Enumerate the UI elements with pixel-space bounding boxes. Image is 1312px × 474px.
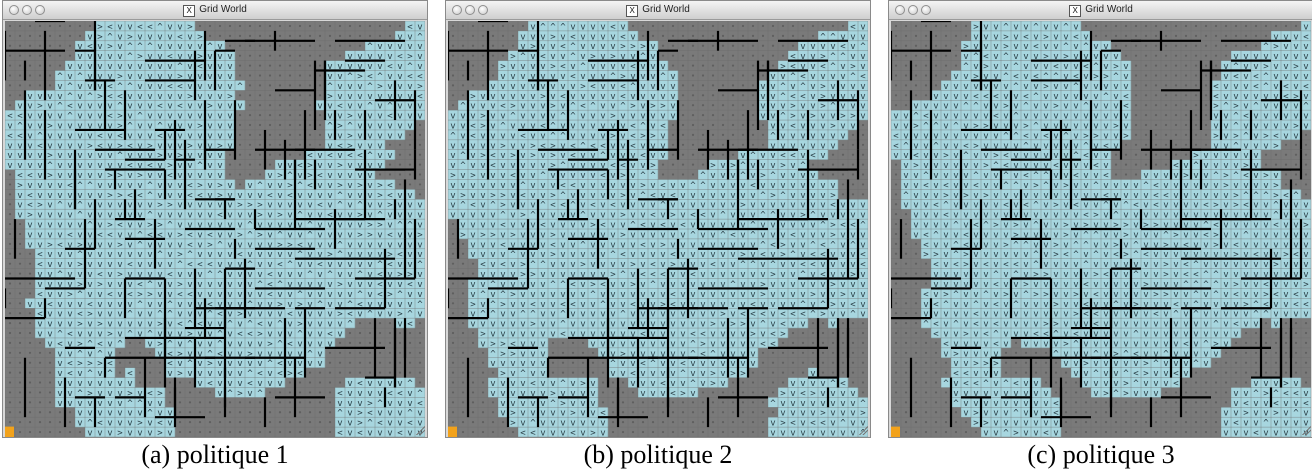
svg-text:v: v	[407, 429, 412, 437]
svg-text:v: v	[107, 429, 112, 437]
grid-world-canvas[interactable]: > < v v < < ^ v v > < v v > ^ v > v v v v < v > v v ^ v < v > v ^ ^ ^ v v v v v…	[5, 21, 425, 437]
svg-text:v: v	[87, 429, 92, 437]
svg-text:<: <	[337, 429, 343, 437]
grid-map: > < v v < < ^ v v > < vv > ^ v > v v v v < v > v v ^v < v > v ^ ^ ^ v v v v v…	[5, 21, 425, 437]
svg-text:<: <	[357, 429, 363, 437]
window-titlebar[interactable]: X Grid World	[3, 1, 427, 20]
x11-icon: X	[626, 5, 639, 17]
svg-text:v: v	[97, 429, 102, 437]
window-title-text: Grid World	[199, 4, 247, 15]
window-title-text: Grid World	[642, 4, 690, 15]
svg-text:v: v	[367, 429, 372, 437]
window-title: X Grid World	[3, 4, 427, 17]
svg-text:v: v	[147, 429, 152, 437]
svg-text:v: v	[137, 429, 142, 437]
grid-map: v ^ ^ ^ v v v v < v < vv v v > v < v v v v < v ^ ^ v v vv > v v < ^ v v v v >…	[448, 21, 868, 437]
resize-grip-icon[interactable]	[415, 425, 425, 435]
svg-text:v: v	[167, 429, 172, 437]
svg-text:v: v	[387, 429, 392, 437]
panel-c: X Grid World > v v ^ v v ^ v v ^ v v v v v > v < v > v v < v v v v <…	[888, 0, 1312, 474]
svg-text:>: >	[157, 429, 163, 437]
svg-text:v: v	[127, 429, 132, 437]
grid-world-window-b[interactable]: X Grid World v ^ ^ ^ v v v v < v < v v v v > v < v v v v < v ^ ^ v v…	[445, 0, 871, 438]
caption: (b) politique 2	[583, 440, 733, 469]
resize-grip-icon[interactable]	[1301, 425, 1311, 435]
grid-map: > v v ^ v v ^ v v ^ v vv v v > v < v > v v < v v v v <> v v v > v v < v v ^ v…	[891, 21, 1311, 437]
window-titlebar[interactable]: X Grid World	[889, 1, 1312, 20]
grid-world-canvas[interactable]: v ^ ^ ^ v v v v < v < v v v v > v < v v v v < v ^ ^ v v v v > v v < ^ v v v v >…	[448, 21, 868, 437]
caption: (a) politique 1	[141, 440, 289, 469]
x11-icon: X	[183, 5, 196, 17]
grid-world-canvas[interactable]: > v v ^ v v ^ v v ^ v v v v v > v < v > v v < v v v v < > v v v > v v < v v ^ v…	[891, 21, 1311, 437]
window-title: X Grid World	[889, 4, 1312, 17]
window-titlebar[interactable]: X Grid World	[446, 1, 870, 20]
window-title-text: Grid World	[1085, 4, 1133, 15]
svg-text:<: <	[397, 429, 403, 437]
grid-world-window-c[interactable]: X Grid World > v v ^ v v ^ v v ^ v v v v v > v < v > v v < v v v v <…	[888, 0, 1312, 438]
svg-text:>: >	[117, 429, 123, 437]
window-title: X Grid World	[446, 4, 870, 17]
resize-grip-icon[interactable]	[858, 425, 868, 435]
x11-icon: X	[1069, 5, 1082, 17]
caption: (c) politique 3	[1027, 440, 1175, 469]
grid-world-window-a[interactable]: X Grid World > < v v < < ^ v v > < v v > ^ v > v v v v < v > v v ^ v…	[2, 0, 428, 438]
panel-a: X Grid World > < v v < < ^ v v > < v v > ^ v > v v v v < v > v v ^ v…	[2, 0, 428, 474]
svg-text:v: v	[377, 429, 382, 437]
panel-b: X Grid World v ^ ^ ^ v v v v < v < v v v v > v < v v v v < v ^ ^ v v…	[445, 0, 871, 474]
svg-text:v: v	[347, 429, 352, 437]
